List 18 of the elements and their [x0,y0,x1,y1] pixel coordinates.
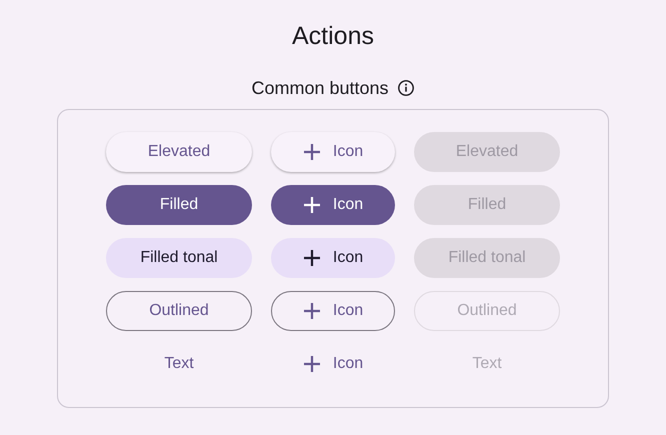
section-title: Common buttons [251,76,389,100]
add-button[interactable]: Icon [271,132,395,172]
add-button[interactable]: Icon [271,185,395,225]
info-icon[interactable] [396,79,415,97]
add-button[interactable]: Icon [271,291,395,331]
filled-button[interactable]: Filled [106,185,252,225]
add-button[interactable]: Icon [271,344,395,384]
plus-icon [302,249,321,267]
elevated-button[interactable]: Elevated [106,132,252,172]
text-button[interactable]: Text [106,344,252,384]
plus-icon [302,302,321,320]
tonal-button[interactable]: Filled tonal [106,238,252,278]
page-title: Actions [292,21,374,52]
add-button[interactable]: Icon [271,238,395,278]
plus-icon [302,143,321,161]
plus-icon [302,196,321,214]
plus-icon [302,355,321,373]
outlined-button[interactable]: Outlined [106,291,252,331]
